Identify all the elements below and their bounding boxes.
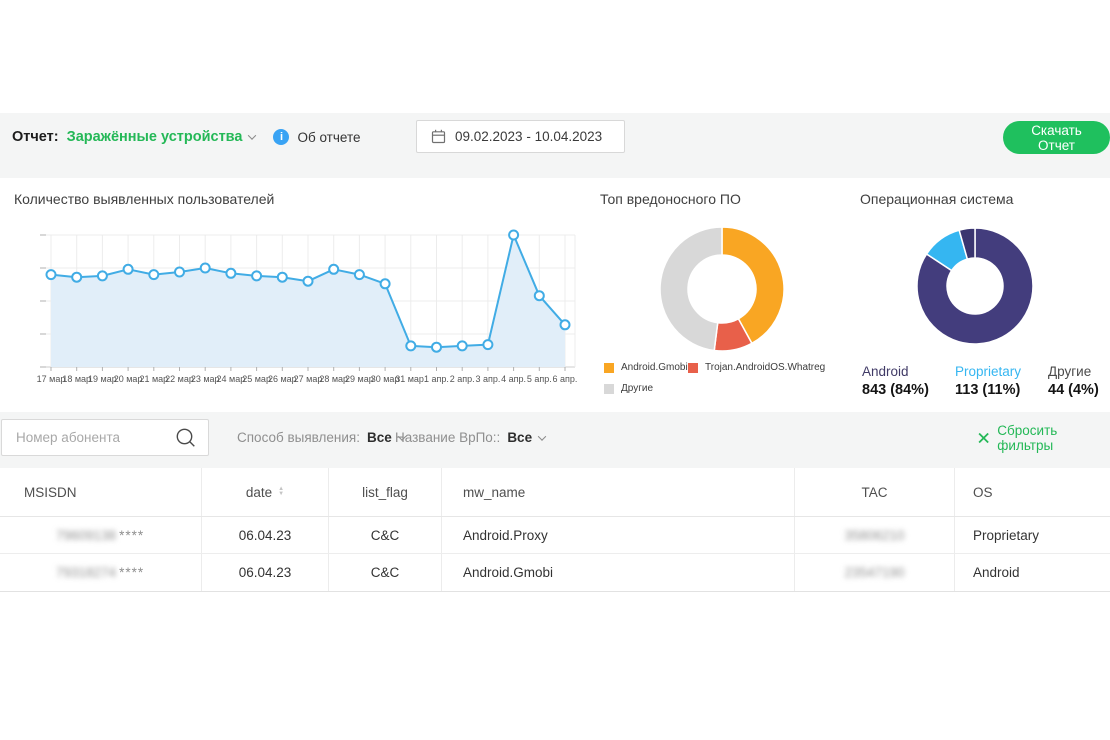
os-stat-name: Proprietary	[955, 364, 1021, 379]
reset-filters-label: Сбросить фильтры	[997, 423, 1110, 453]
svg-text:20 мар: 20 мар	[114, 374, 143, 384]
report-label: Отчет:	[12, 129, 59, 145]
calendar-icon	[431, 129, 446, 144]
legend-label: Android.Gmobi	[621, 362, 688, 373]
filter-value: Все	[367, 430, 392, 445]
legend-label: Trojan.AndroidOS.Whatreg	[705, 362, 825, 373]
chevron-down-icon	[248, 131, 256, 139]
download-report-button[interactable]: Скачать Отчет	[1003, 121, 1110, 154]
msisdn-cell: 79609138 ****	[0, 517, 202, 553]
malware-name-dropdown[interactable]: Все	[507, 430, 545, 445]
masked-msisdn: 79318274	[56, 565, 116, 580]
svg-text:4 апр.: 4 апр.	[501, 374, 526, 384]
svg-text:22 мар: 22 мар	[165, 374, 194, 384]
infected-devices-table: MSISDN date ▲▼ list_flag mw_name TAC OS …	[0, 468, 1110, 592]
legend-swatch	[604, 363, 614, 373]
date-cell: 06.04.23	[202, 554, 329, 591]
list-flag-cell: C&C	[329, 517, 442, 553]
report-name: Заражённые устройства	[67, 129, 243, 145]
date-range-value: 09.02.2023 - 10.04.2023	[455, 129, 602, 144]
about-report-link[interactable]: Об отчете	[297, 130, 360, 145]
svg-text:23 мар: 23 мар	[191, 374, 220, 384]
os-cell: Android	[955, 554, 1110, 591]
date-cell: 06.04.23	[202, 517, 329, 553]
column-header-date[interactable]: date ▲▼	[202, 468, 329, 516]
os-stat-value: 113 (11%)	[955, 382, 1021, 398]
sort-arrows-icon[interactable]: ▲▼	[278, 487, 284, 497]
charts-card: Количество выявленных пользователей Топ …	[0, 178, 1110, 412]
os-stat-value: 44 (4%)	[1048, 382, 1099, 398]
table-row: 79318274 **** 06.04.23 C&C Android.Gmobi…	[0, 554, 1110, 591]
column-header-os: OS	[955, 468, 1110, 516]
tac-cell: 35806210	[795, 517, 955, 553]
svg-text:31 мар.: 31 мар.	[395, 374, 426, 384]
search-icon[interactable]	[175, 427, 197, 449]
legend-item: Android.Gmobi	[604, 362, 688, 373]
svg-text:17 мар: 17 мар	[37, 374, 66, 384]
svg-text:2 апр.: 2 апр.	[450, 374, 475, 384]
date-range-picker[interactable]: 09.02.2023 - 10.04.2023	[416, 120, 625, 153]
column-header-tac: TAC	[795, 468, 955, 516]
os-donut-chart	[915, 226, 1035, 346]
svg-text:28 мар: 28 мар	[319, 374, 348, 384]
list-flag-cell: C&C	[329, 554, 442, 591]
users-line-chart: 17 мар18 мар19 мар20 мар21 мар22 мар23 м…	[38, 224, 628, 396]
subscriber-search	[1, 419, 209, 456]
svg-text:18 мар: 18 мар	[62, 374, 91, 384]
malware-donut-title: Топ вредоносного ПО	[600, 191, 741, 207]
os-stat-name: Android	[862, 364, 929, 379]
column-header-mw-name: mw_name	[442, 468, 795, 516]
legend-item: Trojan.AndroidOS.Whatreg	[688, 362, 825, 373]
mw-name-cell: Android.Gmobi	[442, 554, 795, 591]
filter-value: Все	[507, 430, 532, 445]
legend-swatch	[688, 363, 698, 373]
table-header-row: MSISDN date ▲▼ list_flag mw_name TAC OS	[0, 468, 1110, 517]
os-donut-title: Операционная система	[860, 191, 1013, 207]
os-stat-value: 843 (84%)	[862, 382, 929, 398]
tac-cell: 23547190	[795, 554, 955, 591]
malware-donut-chart	[658, 225, 786, 353]
masked-tac: 23547190	[844, 565, 904, 580]
detection-method-filter: Способ выявления: Все	[237, 419, 405, 456]
chevron-down-icon	[538, 432, 546, 440]
report-selector-row: Отчет: Заражённые устройства i Об отчете	[12, 121, 360, 153]
svg-text:19 мар: 19 мар	[88, 374, 117, 384]
reset-filters-button[interactable]: Сбросить фильтры	[978, 419, 1110, 456]
os-stat: Другие 44 (4%)	[1048, 364, 1099, 398]
legend-swatch	[604, 384, 614, 394]
column-header-label: date	[246, 485, 272, 500]
legend-label: Другие	[621, 383, 653, 394]
svg-text:1 апр.: 1 апр.	[424, 374, 449, 384]
table-row: 79609138 **** 06.04.23 C&C Android.Proxy…	[0, 517, 1110, 554]
msisdn-cell: 79318274 ****	[0, 554, 202, 591]
os-stat-name: Другие	[1048, 364, 1099, 379]
svg-text:3 апр.: 3 апр.	[475, 374, 500, 384]
filter-label: Название ВрПо::	[395, 430, 500, 445]
os-stat: Proprietary 113 (11%)	[955, 364, 1021, 398]
malware-name-filter: Название ВрПо:: Все	[395, 419, 545, 456]
masked-msisdn: 79609138	[56, 528, 116, 543]
svg-text:21 мар: 21 мар	[139, 374, 168, 384]
svg-text:27 мар: 27 мар	[294, 374, 323, 384]
info-icon[interactable]: i	[273, 129, 289, 145]
close-icon	[978, 432, 989, 444]
filter-label: Способ выявления:	[237, 430, 360, 445]
svg-text:26 мар: 26 мар	[268, 374, 297, 384]
report-dropdown[interactable]: Заражённые устройства	[67, 129, 256, 145]
os-stat: Android 843 (84%)	[862, 364, 929, 398]
svg-text:5 апр.: 5 апр.	[527, 374, 552, 384]
msisdn-mask-stars: ****	[119, 565, 144, 580]
mw-name-cell: Android.Proxy	[442, 517, 795, 553]
svg-text:25 мар: 25 мар	[242, 374, 271, 384]
os-cell: Proprietary	[955, 517, 1110, 553]
svg-text:6 апр.: 6 апр.	[553, 374, 578, 384]
svg-text:24 мар: 24 мар	[217, 374, 246, 384]
legend-item: Другие	[604, 383, 653, 394]
column-header-list-flag: list_flag	[329, 468, 442, 516]
column-header-msisdn: MSISDN	[0, 468, 202, 516]
masked-tac: 35806210	[844, 528, 904, 543]
line-chart-title: Количество выявленных пользователей	[14, 191, 274, 207]
msisdn-mask-stars: ****	[119, 528, 144, 543]
svg-text:29 мар: 29 мар	[345, 374, 374, 384]
